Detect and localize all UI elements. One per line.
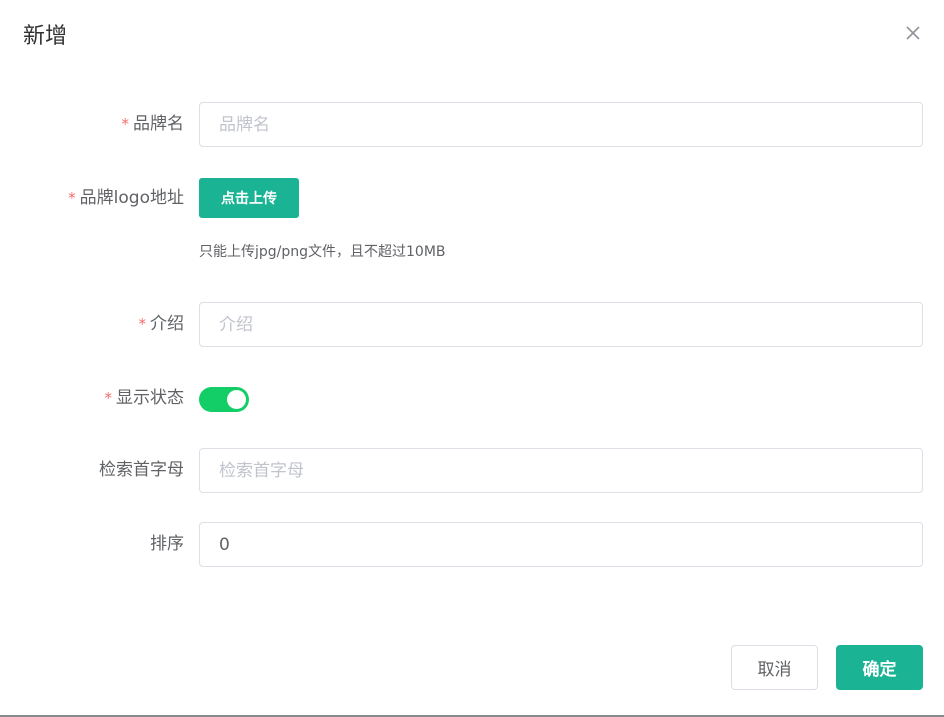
brand-name-label: * 品牌名 [122,113,185,135]
confirm-button[interactable]: 确定 [836,645,923,690]
intro-label-text: 介绍 [150,314,184,334]
sort-input[interactable] [199,522,923,567]
first-letter-input[interactable] [199,448,923,493]
first-letter-label: 检索首字母 [99,460,184,480]
logo-label-text: 品牌logo地址 [79,188,184,208]
show-status-switch[interactable] [199,387,249,412]
required-mark: * [138,315,147,333]
show-status-label-text: 显示状态 [116,388,184,408]
dialog-title: 新增 [23,24,68,49]
logo-label: * 品牌logo地址 [68,187,184,209]
show-status-label: * 显示状态 [105,387,185,409]
required-mark: * [121,115,130,133]
intro-label: * 介绍 [139,313,185,335]
intro-input[interactable] [199,302,923,347]
cancel-button[interactable]: 取消 [731,645,818,690]
switch-knob [227,390,246,409]
required-mark: * [68,189,76,207]
close-icon[interactable] [902,22,924,44]
upload-tip: 只能上传jpg/png文件，且不超过10MB [199,244,446,260]
upload-button[interactable]: 点击上传 [199,178,299,218]
required-mark: * [104,389,113,407]
brand-name-input[interactable] [199,102,923,147]
add-brand-dialog: 新增 *品牌名 *品牌logo地址 点击上传 只能上传jpg/png文件，且不超… [0,0,944,717]
brand-name-label-text: 品牌名 [133,114,184,134]
sort-label: 排序 [150,534,184,554]
